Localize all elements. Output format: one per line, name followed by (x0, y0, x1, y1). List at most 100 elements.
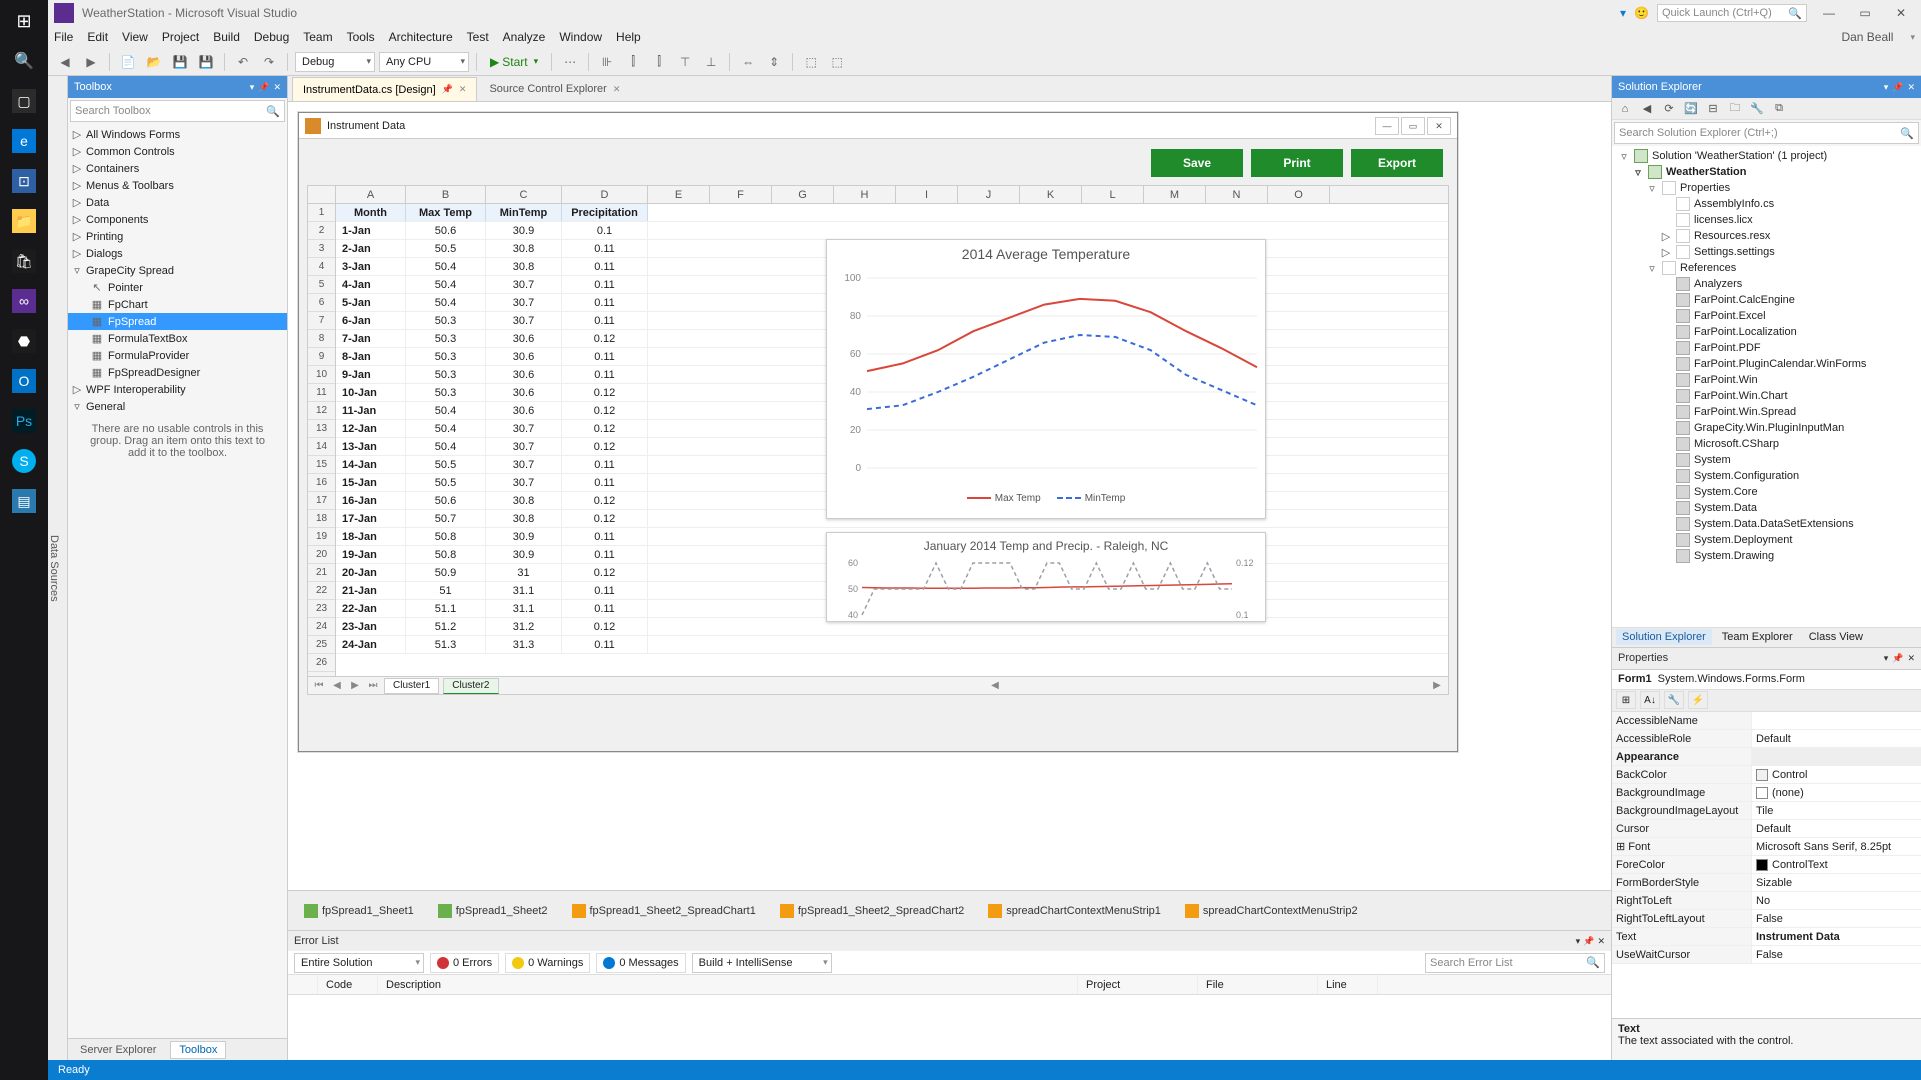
save-button[interactable]: 💾 (169, 51, 191, 73)
search-icon[interactable]: 🔍 (7, 44, 41, 78)
solution-tab[interactable]: Class View (1803, 629, 1869, 645)
row-header[interactable]: 12 (308, 402, 335, 420)
cell[interactable]: 0.1 (562, 222, 648, 239)
error-column-header[interactable]: Code (318, 975, 378, 994)
cell[interactable]: 0.11 (562, 240, 648, 257)
cell[interactable]: 0.11 (562, 348, 648, 365)
cell[interactable]: 0.12 (562, 438, 648, 455)
size-button[interactable]: ⬚ (826, 51, 848, 73)
column-header[interactable]: I (896, 186, 958, 203)
close-icon[interactable]: ✕ (1907, 653, 1915, 664)
signed-in-user[interactable]: Dan Beall (1841, 30, 1893, 44)
cell[interactable]: 50.3 (406, 348, 486, 365)
solution-node[interactable]: FarPoint.Localization (1612, 324, 1921, 340)
cell[interactable]: 50.3 (406, 312, 486, 329)
align-button[interactable]: ⫿ (648, 51, 670, 73)
property-row[interactable]: Appearance (1612, 748, 1921, 766)
sheet-tab[interactable]: Cluster1 (384, 678, 439, 694)
cell[interactable]: 31.3 (486, 636, 562, 653)
row-header[interactable]: 27 (308, 672, 335, 676)
config-dropdown[interactable]: Debug (295, 52, 375, 72)
back-icon[interactable]: ◀ (1638, 100, 1656, 118)
cell[interactable]: 50.8 (406, 528, 486, 545)
start-button[interactable]: ⊞ (7, 4, 41, 38)
column-header[interactable]: J (958, 186, 1020, 203)
cell[interactable]: 30.8 (486, 492, 562, 509)
row-header[interactable]: 13 (308, 420, 335, 438)
cell[interactable]: 30.9 (486, 546, 562, 563)
solution-node[interactable]: FarPoint.Win.Chart (1612, 388, 1921, 404)
toolbar-button[interactable]: ⋯ (559, 51, 581, 73)
properties-icon[interactable]: 🔧 (1748, 100, 1766, 118)
cell[interactable]: Max Temp (406, 204, 486, 221)
app-icon[interactable]: ⊡ (7, 164, 41, 198)
toolbox-item[interactable]: ▦FpSpread (68, 313, 287, 330)
cell[interactable]: 14-Jan (336, 456, 406, 473)
column-header[interactable]: C (486, 186, 562, 203)
solution-node[interactable]: ▿Solution 'WeatherStation' (1 project) (1612, 148, 1921, 164)
cell[interactable]: 50.4 (406, 258, 486, 275)
cell[interactable]: 50.8 (406, 546, 486, 563)
cell[interactable]: 30.9 (486, 222, 562, 239)
row-header[interactable]: 24 (308, 618, 335, 636)
cell[interactable]: 0.11 (562, 636, 648, 653)
cell[interactable]: 50.5 (406, 456, 486, 473)
app-icon[interactable]: ▤ (7, 484, 41, 518)
row-header[interactable]: 21 (308, 564, 335, 582)
property-row[interactable]: ForeColorControlText (1612, 856, 1921, 874)
cell[interactable]: 23-Jan (336, 618, 406, 635)
last-sheet-button[interactable]: ⏭ (366, 680, 380, 691)
row-header[interactable]: 7 (308, 312, 335, 330)
property-row[interactable]: ⊞ FontMicrosoft Sans Serif, 8.25pt (1612, 838, 1921, 856)
chart-avg-temp[interactable]: 2014 Average Temperature 020406080100 Ma… (826, 239, 1266, 519)
menu-build[interactable]: Build (213, 30, 240, 44)
toolbox-item[interactable]: ▦FormulaProvider (68, 347, 287, 364)
prev-sheet-button[interactable]: ◀ (330, 680, 344, 691)
spacing-button[interactable]: ⇔ (737, 51, 759, 73)
row-header[interactable]: 15 (308, 456, 335, 474)
cell[interactable]: 51.2 (406, 618, 486, 635)
cell[interactable]: 0.11 (562, 312, 648, 329)
sync-icon[interactable]: ⟳ (1660, 100, 1678, 118)
cell[interactable]: 50.6 (406, 222, 486, 239)
cell[interactable]: 0.11 (562, 582, 648, 599)
task-view-icon[interactable]: ▢ (7, 84, 41, 118)
dropdown-icon[interactable]: ▾ (250, 82, 255, 93)
row-header[interactable]: 10 (308, 366, 335, 384)
cell[interactable]: 30.8 (486, 240, 562, 257)
row-header[interactable]: 1 (308, 204, 335, 222)
document-tab[interactable]: Source Control Explorer✕ (479, 77, 630, 101)
column-header[interactable]: H (834, 186, 896, 203)
column-header[interactable]: O (1268, 186, 1330, 203)
cell[interactable]: 17-Jan (336, 510, 406, 527)
cell[interactable]: 0.11 (562, 546, 648, 563)
toolbox-group[interactable]: ▿GrapeCity Spread (68, 262, 287, 279)
cell[interactable]: 3-Jan (336, 258, 406, 275)
cell[interactable]: 50.4 (406, 294, 486, 311)
cell[interactable]: 50.5 (406, 474, 486, 491)
tray-component[interactable]: spreadChartContextMenuStrip2 (1185, 904, 1358, 918)
warnings-filter[interactable]: 0 Warnings (505, 953, 590, 973)
export-button[interactable]: Export (1351, 149, 1443, 177)
solution-node[interactable]: System (1612, 452, 1921, 468)
solution-node[interactable]: FarPoint.Win (1612, 372, 1921, 388)
solution-node[interactable]: System.Core (1612, 484, 1921, 500)
property-row[interactable]: RightToLeftNo (1612, 892, 1921, 910)
start-debug-button[interactable]: ▶Start▾ (484, 55, 544, 69)
refresh-icon[interactable]: 🔄 (1682, 100, 1700, 118)
toolbox-group[interactable]: ▷Containers (68, 160, 287, 177)
scroll-right-button[interactable]: ▶ (1430, 680, 1444, 691)
error-search-input[interactable]: Search Error List🔍 (1425, 953, 1605, 973)
align-button[interactable]: ⊪ (596, 51, 618, 73)
folder-icon[interactable]: 📁 (7, 204, 41, 238)
cell[interactable]: 30.6 (486, 330, 562, 347)
menu-team[interactable]: Team (303, 30, 332, 44)
row-header[interactable]: 8 (308, 330, 335, 348)
cell[interactable]: 0.12 (562, 330, 648, 347)
properties-button[interactable]: 🔧 (1664, 691, 1684, 709)
cell[interactable]: 30.8 (486, 510, 562, 527)
restore-button[interactable]: ▭ (1851, 6, 1879, 20)
error-column-header[interactable]: Line (1318, 975, 1378, 994)
cell[interactable]: 12-Jan (336, 420, 406, 437)
row-header[interactable]: 2 (308, 222, 335, 240)
